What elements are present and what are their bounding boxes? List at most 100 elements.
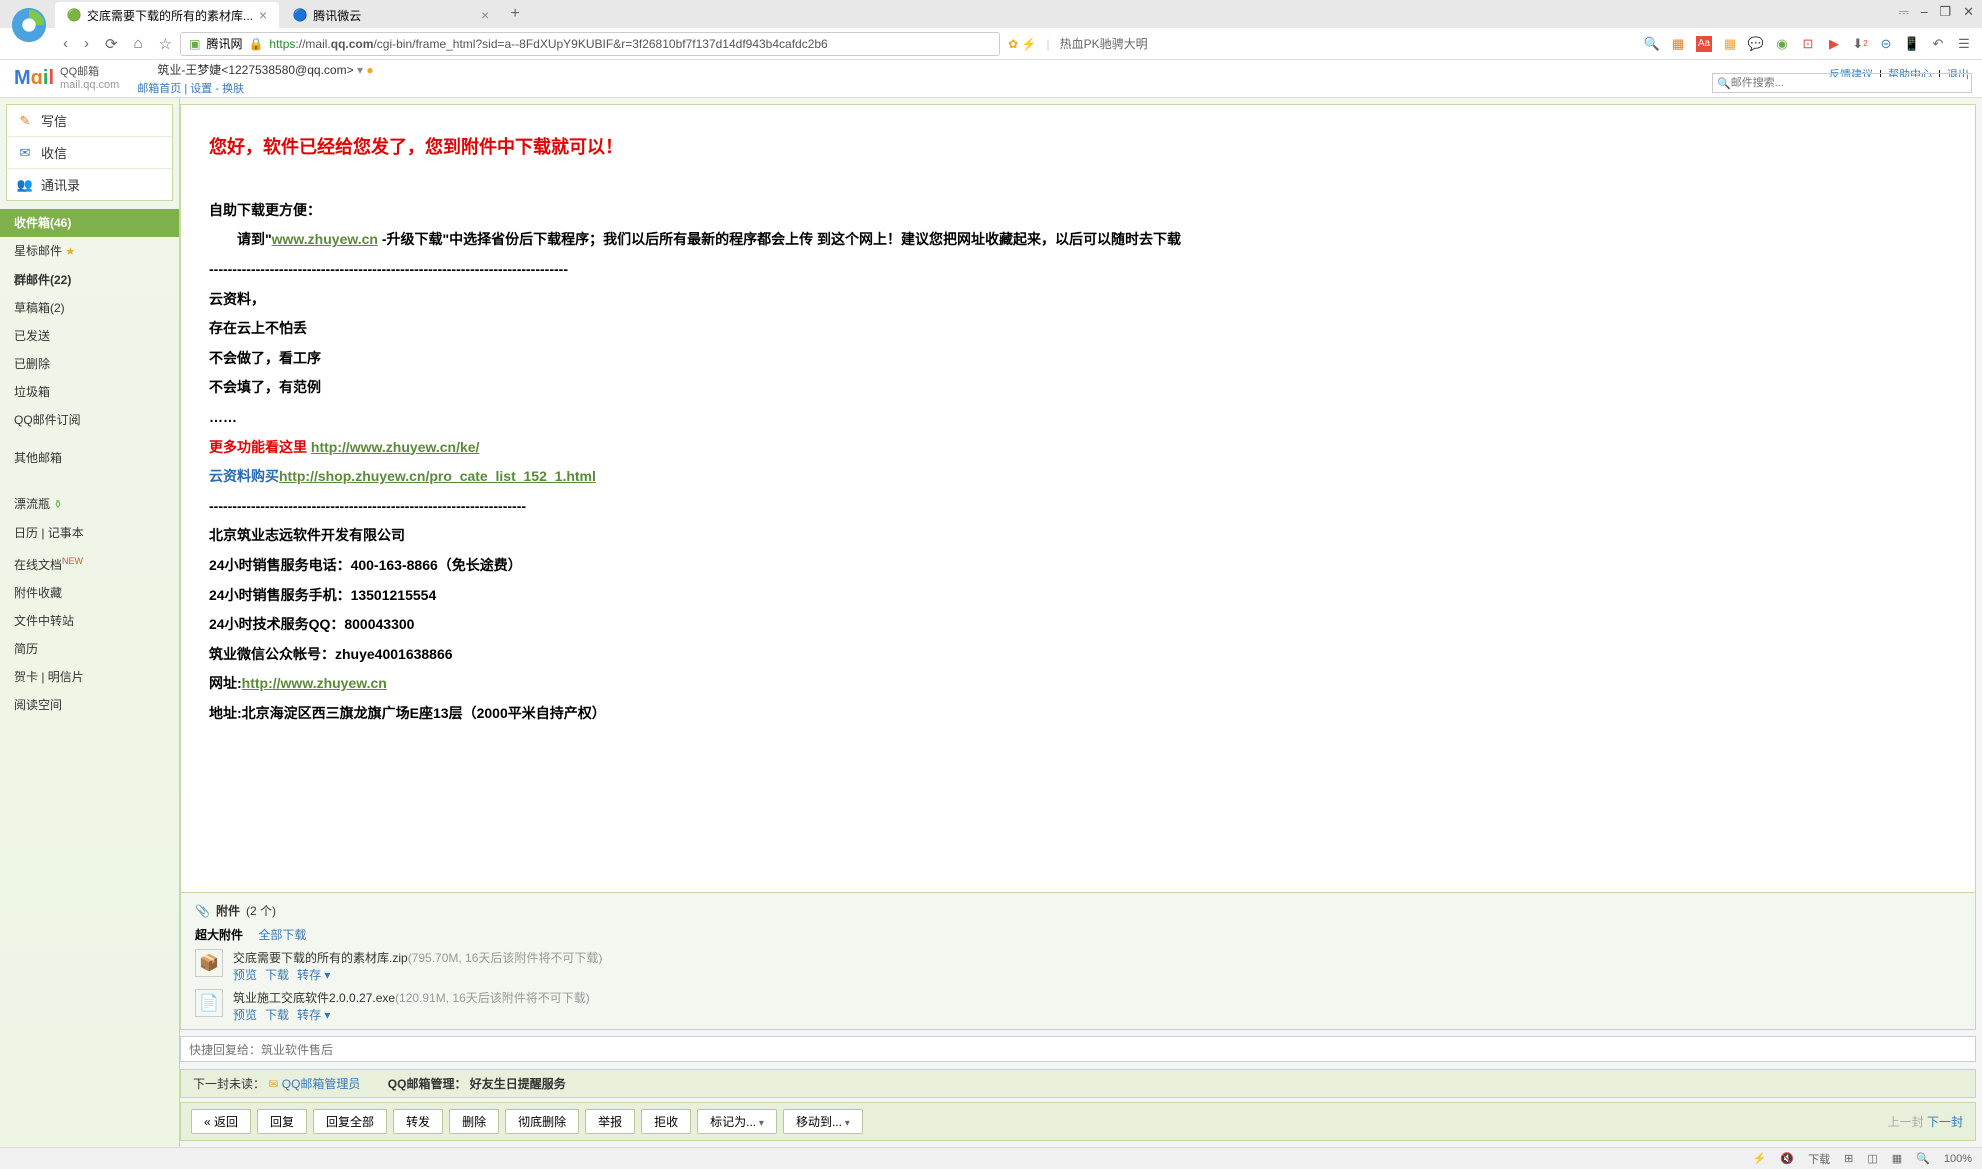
attachment-action[interactable]: 转存 ▾ xyxy=(297,1008,330,1022)
status-grid-icon[interactable]: ▦ xyxy=(1892,1152,1902,1165)
tab-close-icon[interactable]: × xyxy=(259,7,267,23)
sidebar-extra[interactable]: 在线文档NEW xyxy=(0,547,179,579)
next-mail-sender[interactable]: QQ邮箱管理员 xyxy=(282,1077,361,1091)
toolbar-button[interactable]: 删除 xyxy=(449,1109,499,1134)
window-controls: ⎓ ⎯ ❐ ✕ xyxy=(1899,4,1974,20)
sidebar-folder[interactable]: 草稿箱(2) xyxy=(0,294,179,322)
sidebar-compose[interactable]: ✎ 写信 xyxy=(7,105,172,137)
window-restore-icon[interactable]: ❐ xyxy=(1939,4,1951,20)
window-close-icon[interactable]: ✕ xyxy=(1963,4,1974,20)
nav-back-icon[interactable]: ‹ xyxy=(63,35,68,52)
browser-tab-active[interactable]: 🟢 交底需要下载的所有的素材库... × xyxy=(55,2,279,28)
sidebar-folder[interactable]: 收件箱(46) xyxy=(0,209,179,237)
link-more[interactable]: http://www.zhuyew.cn/ke/ xyxy=(311,439,480,455)
toolbar-button[interactable]: 彻底删除 xyxy=(505,1109,579,1134)
link-mail-home[interactable]: 邮箱首页 xyxy=(137,83,181,95)
browser-logo xyxy=(10,6,48,44)
font-icon[interactable]: Aa xyxy=(1696,36,1712,52)
toolbar-button[interactable]: 标记为... xyxy=(697,1109,777,1134)
status-pip-icon[interactable]: ⊞ xyxy=(1844,1152,1853,1165)
mail-logo[interactable]: Mɑil QQ邮箱 mail.qq.com xyxy=(14,66,119,90)
undo-icon[interactable]: ↶ xyxy=(1930,36,1946,52)
sidebar-folder[interactable]: 垃圾箱 xyxy=(0,378,179,406)
text: 云资料， xyxy=(209,286,1947,313)
attachment-action[interactable]: 预览 xyxy=(233,1008,257,1022)
sidebar-folder[interactable]: 星标邮件 ★ xyxy=(0,237,179,266)
account-dropdown-icon[interactable]: ▾ xyxy=(357,63,363,77)
tab-close-icon[interactable]: × xyxy=(481,7,489,23)
paperclip-icon: 📎 xyxy=(195,904,210,918)
sidebar-extra[interactable]: 贺卡 | 明信片 xyxy=(0,663,179,691)
sidebar-extra[interactable]: 阅读空间 xyxy=(0,691,179,719)
tab-title: 交底需要下载的所有的素材库... xyxy=(87,7,253,24)
attachment-action[interactable]: 预览 xyxy=(233,968,257,982)
screenshot-icon[interactable]: ⊡ xyxy=(1800,36,1816,52)
browser-tab-bar: 🟢 交底需要下载的所有的素材库... × 🔵 腾讯微云 × + ⎓ ⎯ ❐ ✕ xyxy=(0,0,1982,28)
compose-icon: ✎ xyxy=(17,113,33,129)
status-mute-icon[interactable]: 🔇 xyxy=(1780,1152,1794,1165)
sidebar-folder[interactable]: 群邮件(22) xyxy=(0,266,179,294)
download-all-link[interactable]: 全部下载 xyxy=(258,928,306,942)
sidebar-other-mail[interactable]: 其他邮箱 xyxy=(0,444,179,472)
promo-text[interactable]: 热血PK驰骋大明 xyxy=(1060,35,1148,52)
quick-reply-input[interactable] xyxy=(180,1036,1976,1062)
clipboard-icon[interactable]: ▦ xyxy=(1722,36,1738,52)
url-input[interactable]: ▣ 腾讯网 🔒 https://mail.qq.com/cgi-bin/fram… xyxy=(180,32,1000,56)
flash-icon[interactable]: ✿ ⚡ xyxy=(1008,37,1036,51)
link-settings[interactable]: 设置 xyxy=(190,83,212,95)
sidebar-extra[interactable]: 漂流瓶 ⚱ xyxy=(0,490,179,519)
sidebar-folder[interactable]: 已发送 xyxy=(0,322,179,350)
next-mail-link[interactable]: 下一封 xyxy=(1927,1115,1963,1129)
receive-icon: ✉ xyxy=(17,145,33,161)
link-skin[interactable]: 换肤 xyxy=(222,83,244,95)
menu-icon[interactable]: ☰ xyxy=(1956,36,1972,52)
mail-search-input[interactable] xyxy=(1731,77,1967,89)
mail-search-box[interactable]: 🔍 xyxy=(1712,73,1972,93)
sidebar-extra[interactable]: 附件收藏 xyxy=(0,579,179,607)
toolbar-button[interactable]: 转发 xyxy=(393,1109,443,1134)
new-tab-button[interactable]: + xyxy=(503,0,527,28)
next-mail-subject: 好友生日提醒服务 xyxy=(470,1077,566,1091)
chat-icon[interactable]: 💬 xyxy=(1748,36,1764,52)
globe-icon[interactable]: ◉ xyxy=(1774,36,1790,52)
apps-icon[interactable]: ▦ xyxy=(1670,36,1686,52)
status-downloads[interactable]: 下载 xyxy=(1808,1151,1830,1167)
link-buy[interactable]: http://shop.zhuyew.cn/pro_cate_list_152_… xyxy=(279,468,596,484)
site-shield-icon: ▣ xyxy=(189,37,200,51)
status-split-icon[interactable]: ◫ xyxy=(1867,1152,1877,1165)
toolbar-button[interactable]: 回复 xyxy=(257,1109,307,1134)
sidebar-contacts[interactable]: 👥 通讯录 xyxy=(7,169,172,200)
browser-tab[interactable]: 🔵 腾讯微云 × xyxy=(281,2,501,28)
block-icon[interactable]: ⊝ xyxy=(1878,36,1894,52)
status-acceleration-icon[interactable]: ⚡ xyxy=(1753,1152,1767,1165)
video-icon[interactable]: ▶ xyxy=(1826,36,1842,52)
sidebar-extra[interactable]: 日历 | 记事本 xyxy=(0,519,179,547)
sidebar-receive[interactable]: ✉ 收信 xyxy=(7,137,172,169)
attachment-action[interactable]: 转存 ▾ xyxy=(297,968,330,982)
status-zoom-icon[interactable]: 🔍 xyxy=(1916,1152,1930,1165)
window-minimize-icon[interactable]: ⎯ xyxy=(1921,4,1928,20)
toolbar-button[interactable]: 举报 xyxy=(585,1109,635,1134)
sidebar-extra[interactable]: 简历 xyxy=(0,635,179,663)
window-dropdown-icon[interactable]: ⎓ xyxy=(1899,4,1909,20)
nav-home-icon[interactable]: ⌂ xyxy=(134,35,143,52)
toolbar-button[interactable]: 移动到... xyxy=(783,1109,863,1134)
site-label: 腾讯网 xyxy=(206,35,242,52)
attachment-action[interactable]: 下载 xyxy=(265,968,289,982)
nav-star-icon[interactable]: ☆ xyxy=(159,35,172,53)
toolbar-button[interactable]: 回复全部 xyxy=(313,1109,387,1134)
nav-reload-icon[interactable]: ⟳ xyxy=(105,35,118,53)
search-icon[interactable]: 🔍 xyxy=(1644,36,1660,52)
toolbar-button[interactable]: 拒收 xyxy=(641,1109,691,1134)
sidebar-extra[interactable]: 文件中转站 xyxy=(0,607,179,635)
link-zhuyew[interactable]: www.zhuyew.cn xyxy=(272,231,378,247)
nav-forward-icon[interactable]: › xyxy=(84,35,89,52)
sidebar-folder[interactable]: 已删除 xyxy=(0,350,179,378)
sidebar-folder[interactable]: QQ邮件订阅 xyxy=(0,406,179,434)
link-website[interactable]: http://www.zhuyew.cn xyxy=(242,675,387,691)
download-icon[interactable]: ⬇2 xyxy=(1852,36,1868,52)
attachment-action[interactable]: 下载 xyxy=(265,1008,289,1022)
mobile-icon[interactable]: 📱 xyxy=(1904,36,1920,52)
star-icon: ★ xyxy=(65,246,75,258)
toolbar-button[interactable]: « 返回 xyxy=(191,1109,251,1134)
